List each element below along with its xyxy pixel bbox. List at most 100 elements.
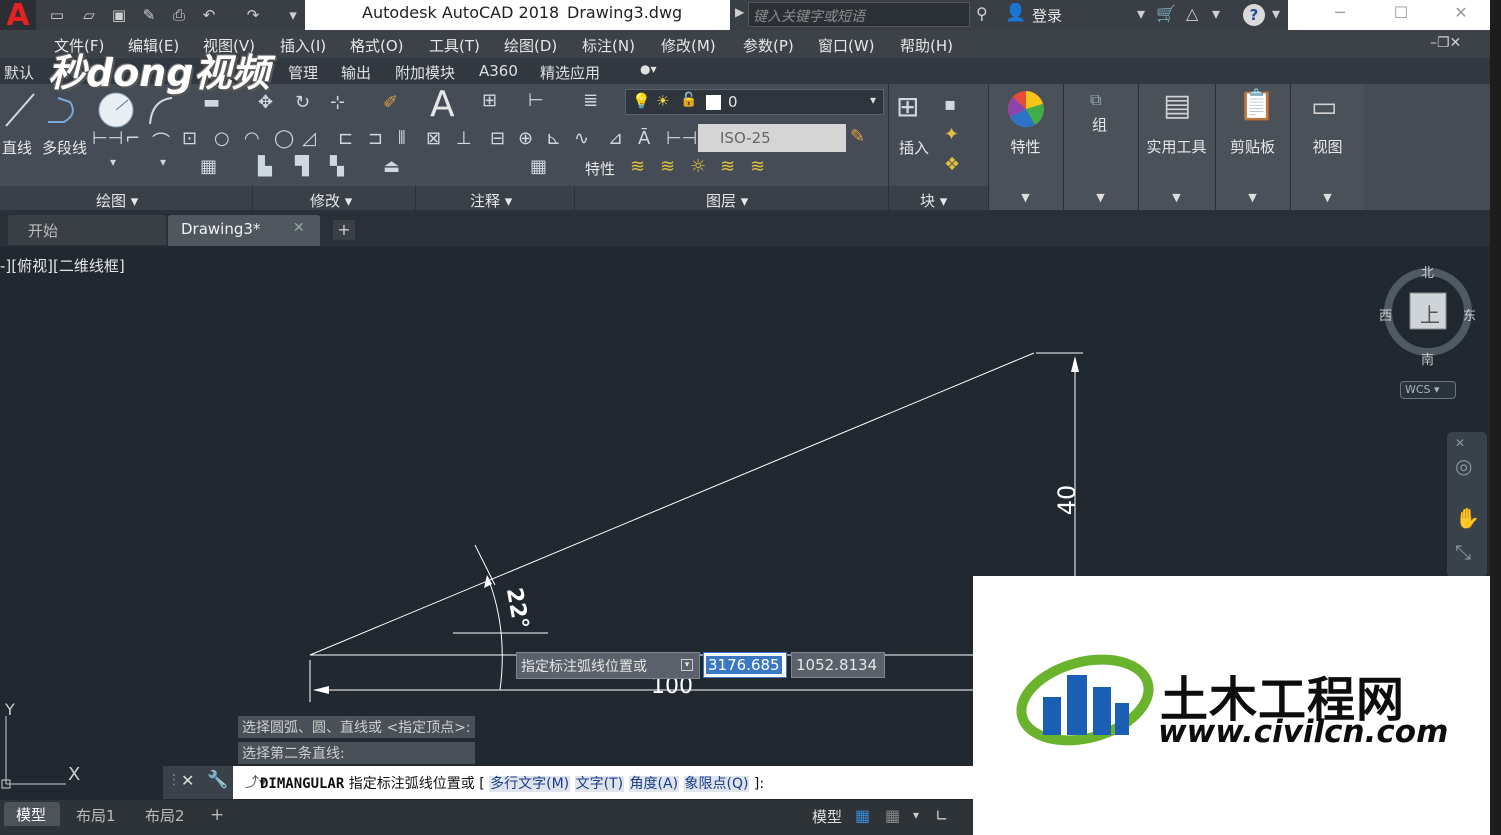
view-panel-dropdown-icon[interactable]: ▼ [1291,191,1364,204]
expand-arrow-icon[interactable]: ▶ [735,5,744,19]
menu-tools[interactable]: 工具(T) [429,35,480,56]
dim-icon-1[interactable]: ⊏ [338,128,353,149]
snap-dropdown-icon[interactable]: ▾ [913,808,919,822]
panel-title-layers[interactable]: 图层 ▾ [706,190,748,211]
option-angle[interactable]: 角度(A) [628,776,680,792]
dynamic-input-value-2[interactable]: 1052.8134 [791,652,885,678]
a360-icon[interactable]: △ [1186,4,1198,23]
add-layout-icon[interactable]: + [210,805,224,825]
dimstyle-settings-icon[interactable]: ✎ [850,126,865,147]
layer-tool-1-icon[interactable]: ≋ [630,156,645,177]
viewcube-south[interactable]: 南 [1421,349,1434,368]
minimize-icon[interactable]: ─ [1315,0,1365,28]
block-attribute-icon[interactable]: ❖ [944,154,960,175]
copy-icon[interactable]: ⊢⊣ [92,128,123,149]
grid-icon[interactable]: ▦ [855,806,870,825]
view-panel-button[interactable]: ▭ 视图 ▼ [1290,84,1364,210]
save-icon[interactable]: ▣ [108,4,130,26]
layer-on-icon[interactable]: 💡 [632,92,651,110]
option-quadrant[interactable]: 象限点(Q) [683,776,750,792]
dim-icon-11[interactable]: ⊢⊣ [666,128,697,149]
erase-icon[interactable]: ✐ [383,92,398,113]
draw-more-dropdown-icon[interactable]: ▾ [110,155,116,169]
ribbon-tab-manage[interactable]: 管理 [288,62,318,83]
layer-lock-icon[interactable]: 🔓 [680,92,697,108]
linear-dim-icon[interactable]: ⊢ [528,90,544,111]
layer-tool-5-icon[interactable]: ≋ [750,156,765,177]
tab-close-icon[interactable]: ✕ [293,220,305,236]
clipboard-panel-dropdown-icon[interactable]: ▼ [1216,191,1289,204]
dim-icon-3[interactable]: ⫴ [398,128,406,149]
dim-icon-8[interactable]: ∿ [574,128,589,149]
new-tab-button[interactable]: + [333,220,355,240]
tab-start[interactable]: 开始 [8,215,166,245]
dim-icon-6[interactable]: ⊟ [490,128,505,149]
document-window-controls-icon[interactable]: –❐✕ [1430,35,1461,51]
center-mark-icon[interactable]: ⊕ [518,128,533,149]
signin-dropdown-icon[interactable]: ▾ [1137,4,1145,23]
block-icon[interactable]: ▙ [258,156,272,177]
utilities-panel-button[interactable]: ▤ 实用工具 ▼ [1138,84,1214,210]
print-icon[interactable]: ⎙ [168,4,190,26]
dim-icon-4[interactable]: ⊠ [426,128,441,149]
layout-tab-layout2[interactable]: 布局2 [145,805,185,826]
qat-dropdown-icon[interactable]: ▾ [282,4,304,26]
layer-dropdown[interactable]: 💡 ☀ 🔓 0 ▾ [625,89,884,115]
layer-dropdown-arrow-icon[interactable]: ▾ [870,93,876,107]
save-as-icon[interactable]: ✎ [138,4,160,26]
help-dropdown-icon[interactable]: ▾ [1272,4,1280,23]
layer-tool-4-icon[interactable]: ≋ [720,156,735,177]
search-input[interactable]: 键入关键字或短语 [748,2,970,27]
signin-button[interactable]: 登录 [1032,5,1062,26]
stretch-icon[interactable]: ⏏ [383,156,400,177]
menu-format[interactable]: 格式(O) [350,35,404,56]
drag-handle-icon[interactable]: ⋮ [167,772,181,788]
array-icon[interactable]: ▦ [200,156,217,177]
insert-block-icon[interactable]: ⊞ [896,90,919,123]
viewcube-top-face[interactable]: 上 [1420,299,1440,328]
viewcube-west[interactable]: 西 [1379,305,1392,324]
ortho-icon[interactable]: ∟ [935,806,948,825]
dim-icon-5[interactable]: ⊥ [456,128,472,149]
ribbon-tab-a360[interactable]: A360 [479,62,518,80]
pan-hand-icon[interactable]: ✋ [1455,506,1480,530]
maximize-icon[interactable]: ☐ [1376,0,1426,28]
model-space-button[interactable]: 模型 [812,806,842,827]
a360-dropdown-icon[interactable]: ▾ [1212,4,1220,23]
redo-icon[interactable]: ↷ [242,4,264,26]
layer-freeze-icon[interactable]: ☀ [656,92,669,110]
viewport-label[interactable]: -][俯视][二维线框] [0,255,125,276]
ribbon-tab-featured[interactable]: 精选应用 [540,62,600,83]
polyline-tool-icon[interactable] [44,92,84,128]
arc-tool-icon[interactable] [146,92,176,128]
menu-draw[interactable]: 绘图(D) [504,35,557,56]
rotate-icon[interactable]: ↻ [295,92,310,113]
layer-tool-3-icon[interactable]: ☼ [690,156,706,177]
polyline-tool-label[interactable]: 多段线 [42,137,87,158]
group-panel-button[interactable]: ⧉ 组 ▼ [1063,84,1137,210]
binoculars-icon[interactable]: ⚲ [976,4,988,23]
layer-properties-icon[interactable]: ≣ [583,90,598,111]
panel-title-draw[interactable]: 绘图 ▾ [96,190,138,211]
arc-dropdown-icon[interactable]: ▾ [160,155,166,169]
zoom-extents-icon[interactable]: ⤡ [1455,540,1471,564]
dimension-style-dropdown[interactable]: ISO-25 [698,124,846,152]
properties-panel-dropdown-icon[interactable]: ▼ [989,191,1062,204]
open-file-icon[interactable]: ▱ [78,4,100,26]
line-tool-icon[interactable] [0,88,40,132]
steering-wheel-icon[interactable]: ◎ [1455,454,1472,478]
ribbon-display-toggle-icon[interactable]: ●▾ [640,62,657,76]
scale-icon[interactable]: ⊡ [182,128,197,149]
menu-modify[interactable]: 修改(M) [661,35,716,56]
fillet-icon[interactable]: ⌐ [125,128,140,149]
menu-dimension[interactable]: 标注(N) [582,35,635,56]
wcs-dropdown[interactable]: WCS ▾ [1400,381,1456,399]
ribbon-tab-home[interactable]: 默认 [4,62,34,83]
insert-block-label[interactable]: 插入 [899,137,929,158]
help-icon[interactable]: ? [1243,4,1265,26]
menu-help[interactable]: 帮助(H) [900,35,953,56]
table-icon[interactable]: ▦ [530,156,547,177]
option-mtext[interactable]: 多行文字(M) [489,776,571,792]
properties-panel-button[interactable]: 特性 ▼ [988,84,1062,210]
region-icon[interactable]: ▜ [295,156,309,177]
